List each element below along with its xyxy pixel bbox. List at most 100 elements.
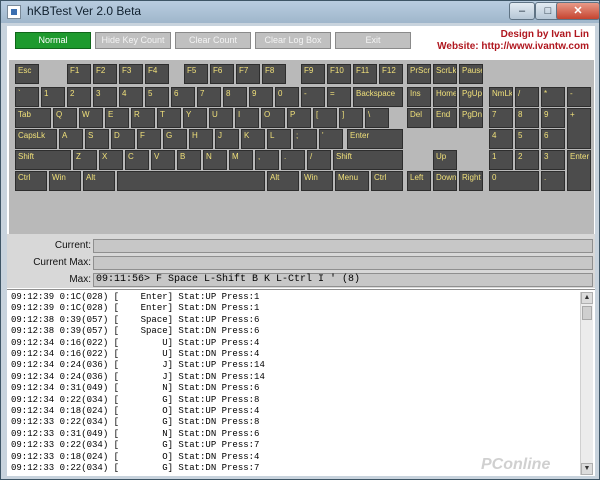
key-row_num-8: 8	[223, 87, 247, 107]
key-row_num-17: NmLk	[489, 87, 513, 107]
exit-button[interactable]: Exit	[335, 32, 411, 49]
key-row_caps-14: 5	[515, 129, 539, 149]
log-line: 09:12:34 0:16(022) [ U] Stat:UP Press:4	[11, 337, 260, 348]
key-row_ctrl-3	[117, 171, 265, 191]
log-line: 09:12:33 0:22(034) [ G] Stat:DN Press:8	[11, 417, 260, 428]
key-row_shift-11: Shift	[333, 150, 403, 170]
key-row_caps-11: '	[319, 129, 343, 149]
key-row_fn-12: F12	[379, 64, 403, 84]
log-line: 09:12:39 0:1C(028) [ Enter] Stat:DN Pres…	[11, 303, 260, 314]
minimize-button[interactable]: –	[509, 2, 535, 20]
key-row_num-0: `	[15, 87, 39, 107]
key-row_shift-6: N	[203, 150, 227, 170]
scroll-thumb[interactable]	[582, 306, 592, 320]
key-row_tab-13: \	[365, 108, 389, 128]
key-row_num-1: 1	[41, 87, 65, 107]
key-row_num-14: Ins	[407, 87, 431, 107]
key-row_fn-7: F7	[236, 64, 260, 84]
log-box[interactable]: 09:12:39 0:1C(028) [ Enter] Stat:UP Pres…	[7, 289, 595, 476]
log-lines: 09:12:39 0:1C(028) [ Enter] Stat:UP Pres…	[11, 292, 577, 476]
key-row_shift-13: 1	[489, 150, 513, 170]
close-button[interactable]: ✕	[556, 2, 600, 20]
key-row_shift-12: Up	[433, 150, 457, 170]
key-row_shift-10: /	[307, 150, 331, 170]
stats-panel: Current: Current Max: Max: 09:11:56> F S…	[7, 234, 595, 288]
clear-log-box-button[interactable]: Clear Log Box	[255, 32, 331, 49]
max-label: Max:	[69, 274, 91, 285]
key-row_num-13: Backspace	[353, 87, 403, 107]
key-row_ctrl-12: .	[541, 171, 565, 191]
keyboard-panel: Esc F1 F2 F3 F4 F5 F6 F7 F8 F9 F10 F11 F12 PrScr ScrLk…	[9, 60, 594, 234]
key-row_num-2: 2	[67, 87, 91, 107]
key-row_tab-18: 8	[515, 108, 539, 128]
key-row_ctrl-7: Ctrl	[371, 171, 403, 191]
log-line: 09:12:39 0:1C(028) [ Enter] Stat:UP Pres…	[11, 292, 260, 302]
key-row_caps-8: K	[241, 129, 265, 149]
key-row_tab-14: Del	[407, 108, 431, 128]
clear-count-button[interactable]: Clear Count	[175, 32, 251, 49]
key-row_num-18: /	[515, 87, 539, 107]
key-row_tab-16: PgDn	[459, 108, 483, 128]
app-window: hKBTest Ver 2.0 Beta – □ ✕ Normal Hide K…	[0, 0, 600, 480]
log-scrollbar[interactable]: ▲ ▼	[580, 292, 593, 475]
current-label: Current:	[54, 240, 91, 251]
log-line: 09:12:34 0:18(024) [ O] Stat:UP Press:4	[11, 406, 260, 417]
key-row_shift-15: 3	[541, 150, 565, 170]
key-row_num-4: 4	[119, 87, 143, 107]
key-row_fn-1: F1	[67, 64, 91, 84]
key-row_shift-3: C	[125, 150, 149, 170]
key-row_shift-4: V	[151, 150, 175, 170]
log-line: 09:12:34 0:16(022) [ U] Stat:DN Press:4	[11, 349, 260, 360]
key-row_shift-2: X	[99, 150, 123, 170]
scroll-up-icon[interactable]: ▲	[581, 292, 593, 304]
key-row_caps-4: F	[137, 129, 161, 149]
key-row_num-16: PgUp	[459, 87, 483, 107]
key-row_fn-8: F8	[262, 64, 286, 84]
app-icon	[7, 5, 21, 19]
key-row_num-5: 5	[145, 87, 169, 107]
log-line: 09:12:33 0:22(034) [ G] Stat:UP Press:7	[11, 440, 260, 451]
key-row_tab-20: +	[567, 108, 591, 149]
watermark: PConline	[481, 456, 551, 473]
toolbar: Normal Hide Key Count Clear Count Clear …	[7, 26, 595, 58]
key-row_fn-13: PrScr	[407, 64, 431, 84]
log-line: 09:12:38 0:39(057) [ Space] Stat:UP Pres…	[11, 314, 260, 325]
key-row_fn-0: Esc	[15, 64, 39, 84]
key-row_ctrl-10: Right	[459, 171, 483, 191]
key-row_tab-12: ]	[339, 108, 363, 128]
key-row_caps-3: D	[111, 129, 135, 149]
key-row_num-6: 6	[171, 87, 195, 107]
key-row_shift-5: B	[177, 150, 201, 170]
key-row_num-10: 0	[275, 87, 299, 107]
key-row_fn-5: F5	[184, 64, 208, 84]
key-row_caps-9: L	[267, 129, 291, 149]
key-row_shift-16: Enter	[567, 150, 591, 191]
current-max-field	[93, 256, 593, 270]
hide-key-count-button[interactable]: Hide Key Count	[95, 32, 171, 49]
key-row_tab-15: End	[433, 108, 457, 128]
key-row_ctrl-11: 0	[489, 171, 539, 191]
log-line: 09:12:34 0:22(034) [ G] Stat:UP Press:8	[11, 394, 260, 405]
key-row_fn-9: F9	[301, 64, 325, 84]
log-line: 09:12:34 0:31(049) [ N] Stat:DN Press:6	[11, 383, 260, 394]
key-row_tab-1: Q	[53, 108, 77, 128]
key-row_ctrl-2: Alt	[83, 171, 115, 191]
key-row_caps-7: J	[215, 129, 239, 149]
key-row_tab-0: Tab	[15, 108, 51, 128]
key-row_ctrl-4: Alt	[267, 171, 299, 191]
key-row_num-3: 3	[93, 87, 117, 107]
key-row_fn-15: Pause	[459, 64, 483, 84]
key-row_shift-14: 2	[515, 150, 539, 170]
scroll-down-icon[interactable]: ▼	[581, 463, 593, 475]
title-bar[interactable]: hKBTest Ver 2.0 Beta – □ ✕	[1, 1, 600, 23]
log-line: 09:12:34 0:24(036) [ J] Stat:UP Press:14	[11, 360, 265, 371]
key-row_ctrl-8: Left	[407, 171, 431, 191]
current-max-label: Current Max:	[33, 257, 91, 268]
window-title: hKBTest Ver 2.0 Beta	[27, 4, 142, 18]
key-row_tab-5: T	[157, 108, 181, 128]
normal-button[interactable]: Normal	[15, 32, 91, 49]
key-row_tab-17: 7	[489, 108, 513, 128]
key-row_ctrl-5: Win	[301, 171, 333, 191]
credit-website[interactable]: Website: http://www.ivantw.com	[437, 41, 589, 52]
key-row_num-12: =	[327, 87, 351, 107]
